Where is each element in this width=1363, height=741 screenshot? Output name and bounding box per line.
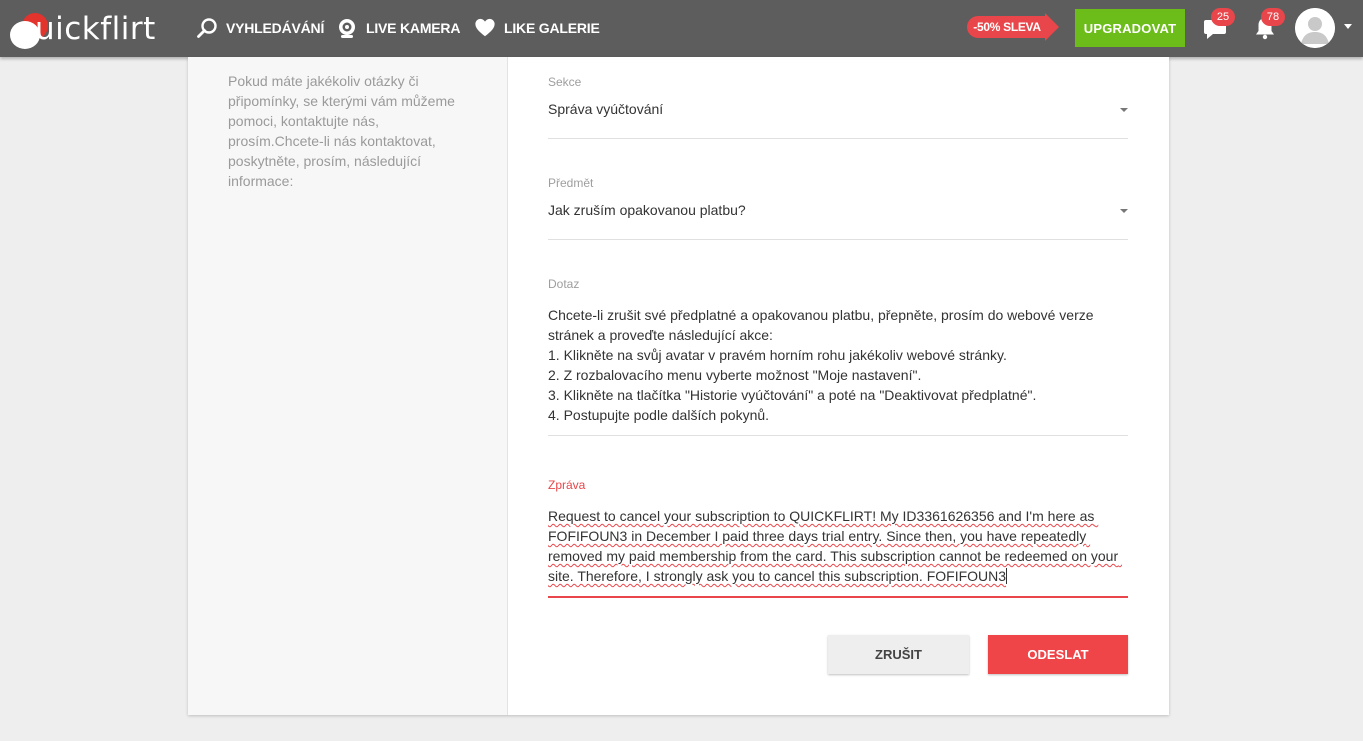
help-sidebar: Pokud máte jakékoliv otázky či připomínk… [188,57,508,715]
sale-label: -50% SLEVA [967,16,1047,38]
answer-line: 4. Postupujte podle dalších pokynů. [548,407,770,423]
quickflirt-logo[interactable]: uickflirt [10,9,156,49]
answer-line: Chcete-li zrušit své předplatné a opakov… [548,307,1094,323]
section-value: Správa vyúčtování [548,101,664,117]
section-select-field[interactable]: Sekce Správa vyúčtování [548,75,1128,139]
text-cursor [1006,568,1008,584]
dropdown-caret-icon [1120,209,1128,213]
webcam-icon [339,19,355,38]
message-label: Zpráva [548,478,586,492]
question-answer-text: Chcete-li zrušit své předplatné a opakov… [548,305,1128,436]
answer-line: 1. Klikněte na svůj avatar v pravém horn… [548,347,1007,363]
user-avatar[interactable] [1295,8,1335,48]
message-text: Request to cancel your subscription to Q… [548,508,1123,584]
top-navigation-bar: uickflirt VYHLEDÁVÁNÍ LIVE KAMERA LIKE G… [0,0,1363,57]
nav-search[interactable]: VYHLEDÁVÁNÍ [196,17,324,39]
nav-search-label: VYHLEDÁVÁNÍ [226,20,325,36]
subject-select-field[interactable]: Předmět Jak zruším opakovanou platbu? [548,176,1128,240]
answer-line: stránek a proveďte následující akce: [548,327,773,343]
upgrade-button[interactable]: UPGRADOVAT [1075,9,1185,47]
help-text: Pokud máte jakékoliv otázky či připomínk… [228,73,455,189]
section-label: Sekce [548,75,582,89]
nav-live-camera[interactable]: LIVE KAMERA [336,17,460,39]
question-label: Dotaz [548,277,580,291]
message-textarea[interactable]: Request to cancel your subscription to Q… [548,506,1128,598]
chevron-down-icon[interactable] [1344,24,1352,29]
logo-text: uickflirt [35,11,156,47]
section-select[interactable]: Správa vyúčtování [548,101,1128,139]
search-icon [197,18,217,38]
sale-badge[interactable]: -50% SLEVA [967,13,1059,41]
nav-live-camera-label: LIVE KAMERA [366,20,461,36]
messages-count-badge: 25 [1211,8,1235,26]
question-field: Dotaz Chcete-li zrušit své předplatné a … [548,277,1128,436]
cancel-button[interactable]: ZRUŠIT [828,635,969,674]
dropdown-caret-icon [1120,108,1128,112]
answer-line: 3. Klikněte na tlačítka "Historie vyúčto… [548,387,1037,403]
message-field[interactable]: Zpráva Request to cancel your subscripti… [548,478,1128,598]
nav-like-gallery[interactable]: LIKE GALERIE [474,17,600,39]
answer-line: 2. Z rozbalovacího menu vyberte možnost … [548,367,922,383]
subject-value: Jak zruším opakovanou platbu? [548,202,746,218]
notifications-count-badge: 78 [1261,8,1285,26]
arrow-right-icon [1045,13,1059,41]
notifications-button[interactable]: 78 [1252,8,1285,41]
messages-button[interactable]: 25 [1202,8,1235,41]
subject-label: Předmět [548,176,594,190]
subject-select[interactable]: Jak zruším opakovanou platbu? [548,202,1128,240]
heart-icon [475,18,495,37]
nav-like-gallery-label: LIKE GALERIE [504,20,600,36]
send-button[interactable]: ODESLAT [988,635,1128,674]
user-silhouette-icon [1295,8,1335,48]
contact-form-card: Pokud máte jakékoliv otázky či připomínk… [188,57,1169,715]
